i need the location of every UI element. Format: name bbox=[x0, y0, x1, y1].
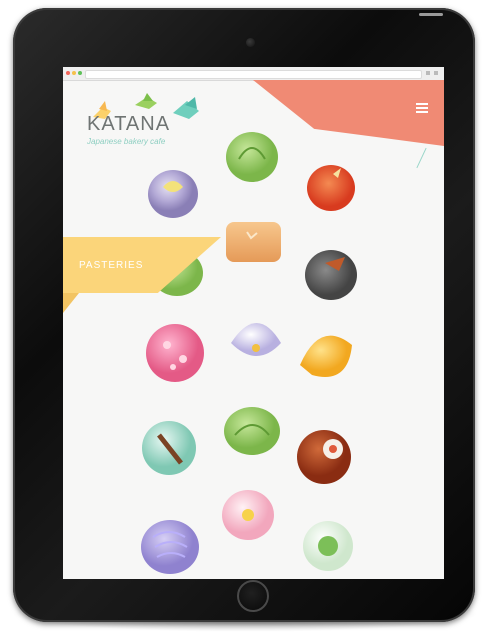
brand-tagline: Japanese bakery cafe bbox=[87, 137, 166, 146]
power-button bbox=[419, 13, 443, 16]
hamburger-icon[interactable] bbox=[416, 103, 428, 113]
brand-name: KATANA bbox=[87, 113, 171, 135]
camera-icon bbox=[246, 38, 255, 47]
section-label[interactable]: PASTERIES bbox=[79, 260, 143, 271]
home-button[interactable] bbox=[237, 580, 269, 612]
brand-logo[interactable]: KATANA Japanese bakery cafe bbox=[87, 93, 207, 151]
tablet-screen: KATANA Japanese bakery cafe PASTERIES bbox=[63, 67, 444, 579]
